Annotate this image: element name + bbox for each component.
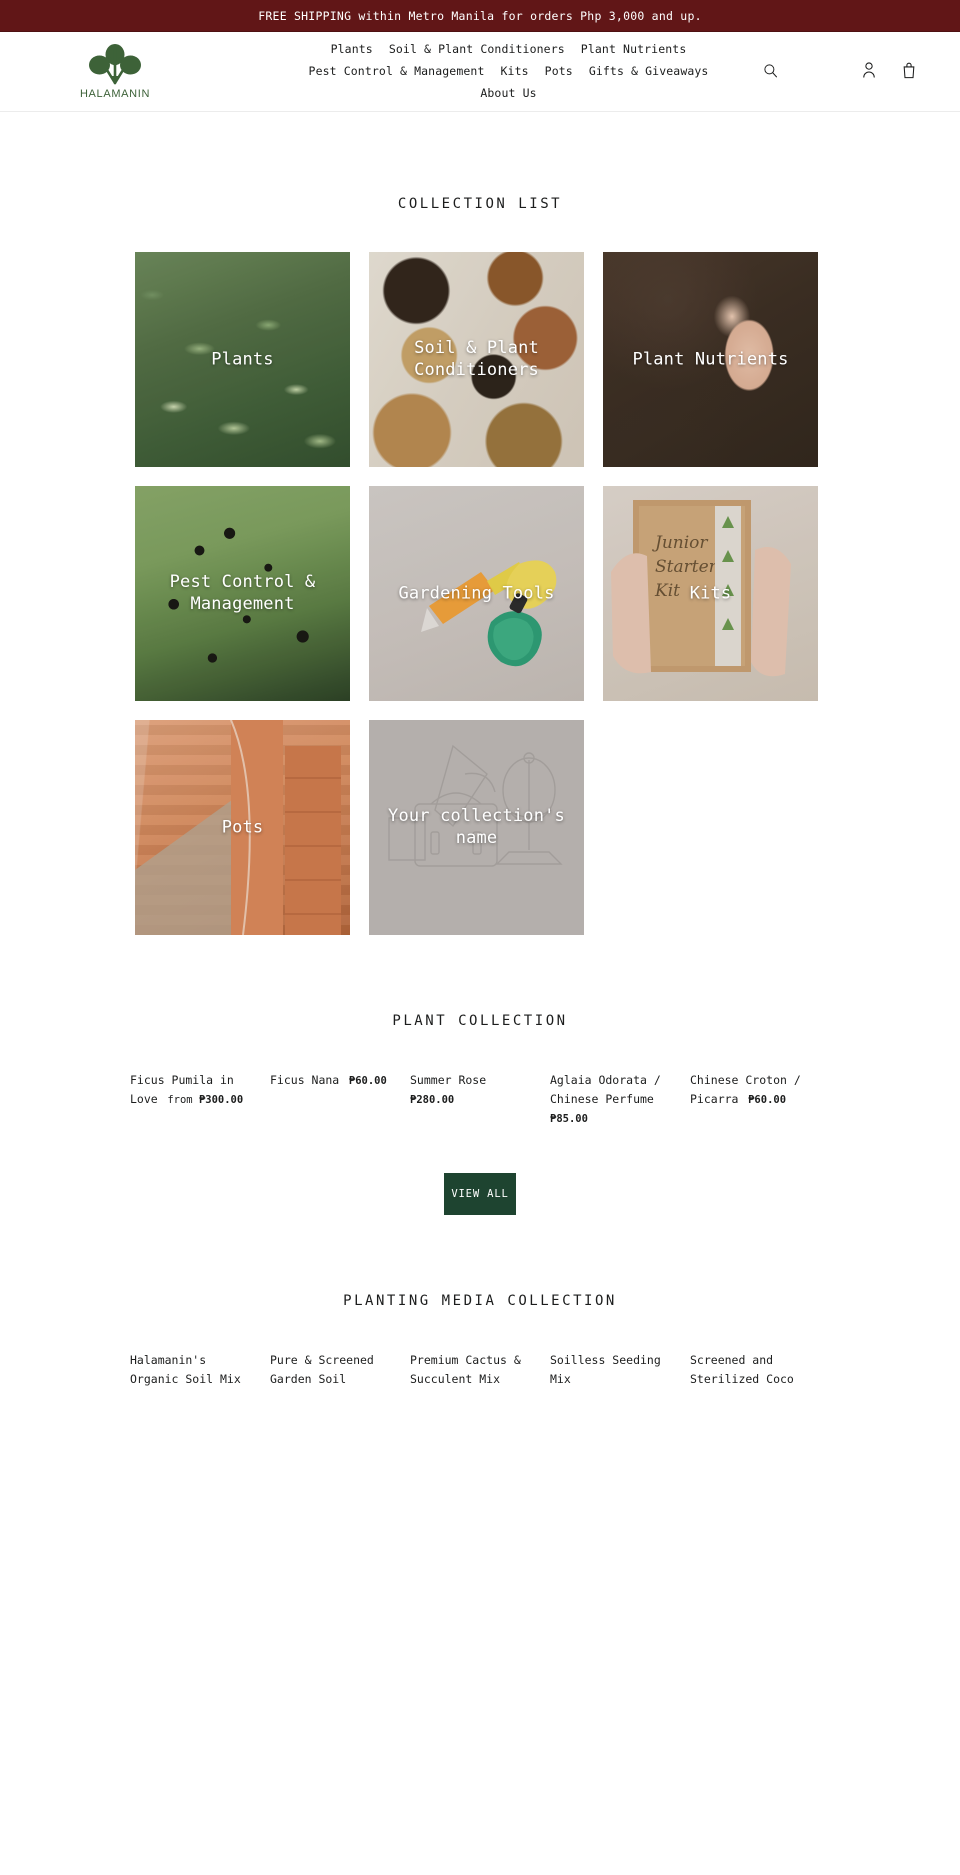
collection-card-label: Plants — [211, 349, 274, 370]
collection-card-pest-control-management[interactable]: Pest Control & Management — [135, 486, 350, 701]
plant-collection-title: PLANT COLLECTION — [392, 1013, 568, 1029]
price-value: ₱280.00 — [410, 1094, 455, 1106]
collection-card-pots[interactable]: Pots — [135, 720, 350, 935]
tree-logo-icon — [87, 43, 143, 87]
cart-link[interactable] — [900, 59, 918, 85]
nav-item-pest-control-management[interactable]: Pest Control & Management — [301, 62, 493, 81]
nav-links: Plants Soil & Plant Conditioners Plant N… — [269, 40, 749, 103]
search-icon — [763, 63, 778, 81]
product-card[interactable]: Halamanin's Organic Soil Mix — [130, 1349, 254, 1387]
brand-name: HALAMANIN — [79, 88, 151, 100]
product-name: Pure & Screened Garden Soil — [270, 1353, 374, 1386]
account-icon — [862, 61, 876, 83]
product-card[interactable]: Screened and Sterilized Coco — [690, 1349, 814, 1387]
collection-card-gardening-tools[interactable]: Gardening Tools — [369, 486, 584, 701]
product-card[interactable]: Pure & Screened Garden Soil — [270, 1349, 394, 1387]
product-card[interactable]: Soilless Seeding Mix — [550, 1349, 674, 1387]
view-all-button[interactable]: VIEW ALL — [444, 1173, 516, 1215]
planting-media-collection-title: PLANTING MEDIA COLLECTION — [343, 1293, 617, 1309]
account-link[interactable] — [860, 59, 878, 85]
nav-item-plants[interactable]: Plants — [323, 40, 381, 59]
price-prefix: from — [167, 1094, 199, 1106]
primary-navigation: Plants Soil & Plant Conditioners Plant N… — [190, 40, 860, 103]
cart-icon — [902, 61, 916, 83]
product-price: ₱60.00 — [349, 1075, 387, 1087]
collection-card-label: Gardening Tools — [398, 583, 555, 604]
collection-card-label: Your collection's name — [388, 805, 565, 849]
planting-media-grid: Halamanin's Organic Soil Mix Pure & Scre… — [130, 1349, 830, 1387]
collection-card-plants[interactable]: Plants — [135, 252, 350, 467]
product-card[interactable]: Aglaia Odorata / Chinese Perfume ₱85.00 — [550, 1069, 674, 1127]
nav-item-gifts-giveaways[interactable]: Gifts & Giveaways — [581, 62, 717, 81]
nav-item-kits[interactable]: Kits — [493, 62, 537, 81]
price-value: ₱60.00 — [348, 1075, 387, 1087]
plant-collection-grid: Ficus Pumila in Love from ₱300.00 Ficus … — [130, 1069, 830, 1127]
product-price: ₱85.00 — [550, 1113, 588, 1125]
product-card[interactable]: Ficus Nana ₱60.00 — [270, 1069, 394, 1089]
product-name: Halamanin's Organic Soil Mix — [130, 1353, 241, 1386]
announcement-text: FREE SHIPPING within Metro Manila for or… — [258, 8, 702, 23]
view-all-container: VIEW ALL — [0, 1173, 960, 1215]
collection-card-label: Kits — [689, 583, 732, 604]
product-card[interactable]: Summer Rose ₱280.00 — [410, 1069, 534, 1108]
collection-card-soil-plant-conditioners[interactable]: Soil & Plant Conditioners — [369, 252, 584, 467]
collection-card-label: Plant Nutrients — [632, 349, 789, 370]
collection-card-kits[interactable]: Junior Starter Kit Kits — [603, 486, 818, 701]
collection-card-label: Pest Control & Management — [169, 571, 316, 615]
product-name: Premium Cactus & Succulent Mix — [410, 1353, 521, 1386]
search-button[interactable] — [759, 59, 782, 85]
product-name: Aglaia Odorata / Chinese Perfume — [550, 1073, 661, 1106]
collection-list-title: COLLECTION LIST — [397, 196, 563, 212]
nav-item-pots[interactable]: Pots — [537, 62, 581, 81]
product-card[interactable]: Ficus Pumila in Love from ₱300.00 — [130, 1069, 254, 1108]
product-price: from ₱300.00 — [167, 1094, 243, 1106]
product-price: ₱280.00 — [410, 1094, 454, 1106]
planting-media-collection-section: PLANTING MEDIA COLLECTION Halamanin's Or… — [0, 1215, 960, 1387]
nav-item-plant-nutrients[interactable]: Plant Nutrients — [573, 40, 695, 59]
product-card[interactable]: Premium Cactus & Succulent Mix — [410, 1349, 534, 1387]
collection-card-placeholder[interactable]: Your collection's name — [369, 720, 584, 935]
collection-card-plant-nutrients[interactable]: Plant Nutrients — [603, 252, 818, 467]
page-bottom-spacer — [0, 1387, 960, 1401]
collection-grid: Plants Soil & Plant Conditioners Plant N… — [135, 212, 825, 935]
collection-list-section: COLLECTION LIST Plants Soil & Plant Cond… — [0, 112, 960, 935]
collection-card-label: Pots — [221, 817, 264, 838]
plant-collection-section: PLANT COLLECTION Ficus Pumila in Love fr… — [0, 935, 960, 1215]
product-name: Ficus Nana — [270, 1073, 340, 1087]
nav-item-about-us[interactable]: About Us — [472, 84, 544, 103]
price-value: ₱300.00 — [198, 1094, 244, 1106]
product-price: ₱60.00 — [748, 1094, 786, 1106]
collection-card-label: Soil & Plant Conditioners — [414, 337, 539, 381]
price-value: ₱85.00 — [550, 1113, 588, 1125]
product-card[interactable]: Chinese Croton / Picarra ₱60.00 — [690, 1069, 814, 1108]
announcement-bar: FREE SHIPPING within Metro Manila for or… — [0, 0, 960, 32]
product-name: Screened and Sterilized Coco — [690, 1353, 794, 1386]
product-name: Summer Rose — [410, 1073, 487, 1087]
site-header: HALAMANIN Plants Soil & Plant Conditione… — [0, 32, 960, 112]
header-icon-group — [860, 59, 918, 85]
product-name: Soilless Seeding Mix — [550, 1353, 661, 1386]
price-value: ₱60.00 — [748, 1094, 787, 1106]
nav-item-soil-plant-conditioners[interactable]: Soil & Plant Conditioners — [381, 40, 573, 59]
site-logo[interactable]: HALAMANIN — [40, 43, 190, 100]
